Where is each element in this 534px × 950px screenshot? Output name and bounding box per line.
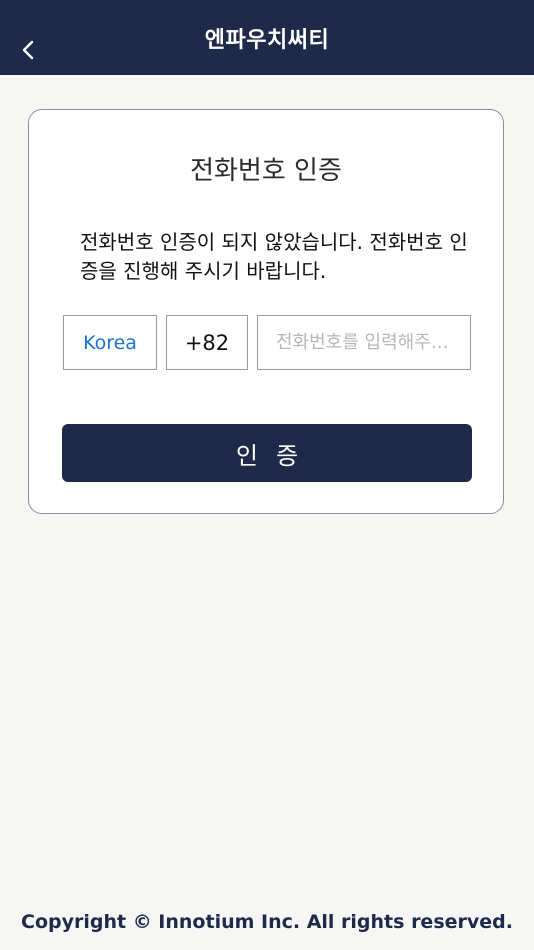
verify-button[interactable]: 인증 (62, 424, 472, 482)
page-title: 엔파우치써티 (204, 28, 330, 53)
card-title: 전화번호 인증 (190, 156, 342, 186)
app-header: 엔파우치써티 (0, 0, 534, 75)
phone-verification-card: 전화번호 인증 전화번호 인증이 되지 않았습니다. 전화번호 인증을 진행해 … (28, 109, 504, 514)
footer-copyright: Copyright © Innotium Inc. All rights res… (21, 911, 513, 933)
country-select[interactable]: Korea (63, 315, 157, 370)
dial-code[interactable]: +82 (166, 315, 248, 370)
phone-input-wrapper[interactable] (257, 315, 471, 370)
phone-input[interactable] (276, 332, 460, 353)
verification-message: 전화번호 인증이 되지 않았습니다. 전화번호 인증을 진행해 주시기 바랍니다… (80, 230, 468, 283)
